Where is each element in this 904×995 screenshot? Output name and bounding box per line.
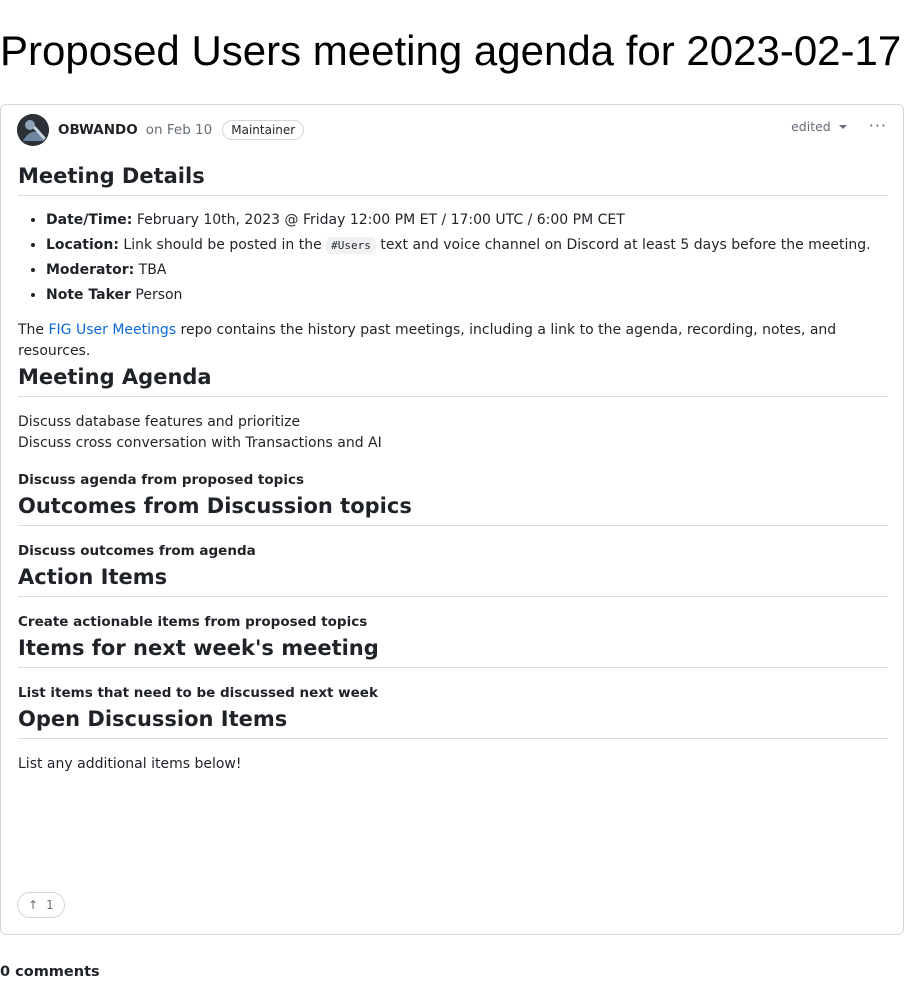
fig-user-meetings-link[interactable]: FIG User Meetings [49, 322, 177, 338]
discussion-post: OBWANDO on Feb 10 Maintainer edited ··· … [0, 104, 904, 935]
post-header: OBWANDO on Feb 10 Maintainer edited ··· [17, 113, 887, 147]
arrow-up-icon: ↑ [28, 898, 39, 912]
next-week-bold-text: List items that need to be discussed nex… [18, 685, 378, 701]
open-discussion-text: List any additional items below! [18, 756, 242, 772]
edited-label: edited [791, 118, 831, 134]
action-items-bold-text: Create actionable items from proposed to… [18, 614, 368, 630]
paragraph-text: The [18, 322, 49, 338]
page-title: Proposed Users meeting agenda for 2023-0… [0, 27, 902, 74]
heading-next-week: Items for next week's meeting [18, 633, 888, 668]
list-item-text: Person [130, 287, 183, 303]
heading-meeting-details: Meeting Details [18, 161, 888, 196]
author-name[interactable]: OBWANDO [58, 122, 138, 138]
list-item: Location: Link should be posted in the #… [46, 235, 888, 256]
agenda-line: Discuss database features and prioritize [18, 414, 301, 430]
caret-down-icon [838, 125, 847, 129]
heading-outcomes: Outcomes from Discussion topics [18, 491, 888, 526]
list-item-text: TBA [134, 262, 167, 278]
agenda-bold-text: Discuss agenda from proposed topics [18, 472, 304, 488]
list-item: Note Taker Person [46, 285, 888, 306]
avatar[interactable] [17, 114, 49, 146]
list-item-label: Location: [46, 237, 119, 253]
edited-dropdown[interactable]: edited [791, 119, 847, 134]
avatar-image [17, 114, 49, 146]
header-actions: edited ··· [791, 118, 887, 134]
comments-count: 0 comments [0, 964, 100, 980]
upvote-count: 1 [46, 898, 54, 912]
outcomes-bold-text: Discuss outcomes from agenda [18, 543, 256, 559]
agenda-line: Discuss cross conversation with Transact… [18, 435, 382, 451]
heading-meeting-agenda: Meeting Agenda [18, 362, 888, 397]
channel-code: #Users [326, 237, 376, 254]
heading-open-discussion: Open Discussion Items [18, 704, 888, 739]
list-item-text: text and voice channel on Discord at lea… [375, 237, 871, 253]
list-item-label: Moderator: [46, 262, 135, 278]
fig-paragraph: The FIG User Meetings repo contains the … [18, 320, 888, 362]
list-item: Date/Time: February 10th, 2023 @ Friday … [46, 210, 888, 231]
meeting-details-list: Date/Time: February 10th, 2023 @ Friday … [18, 210, 888, 306]
post-body: Meeting Details Date/Time: February 10th… [18, 161, 888, 775]
heading-action-items: Action Items [18, 562, 888, 597]
list-item-text: February 10th, 2023 @ Friday 12:00 PM ET… [132, 212, 625, 228]
post-date[interactable]: on Feb 10 [146, 122, 212, 138]
role-badge: Maintainer [222, 120, 305, 140]
list-item: Moderator: TBA [46, 260, 888, 281]
kebab-menu-icon[interactable]: ··· [869, 118, 887, 134]
list-item-label: Date/Time: [46, 212, 133, 228]
list-item-label: Note Taker [46, 287, 131, 303]
list-item-text: Link should be posted in the [118, 237, 327, 253]
agenda-lines: Discuss database features and prioritize… [18, 412, 888, 454]
upvote-button[interactable]: ↑ 1 [17, 892, 65, 918]
